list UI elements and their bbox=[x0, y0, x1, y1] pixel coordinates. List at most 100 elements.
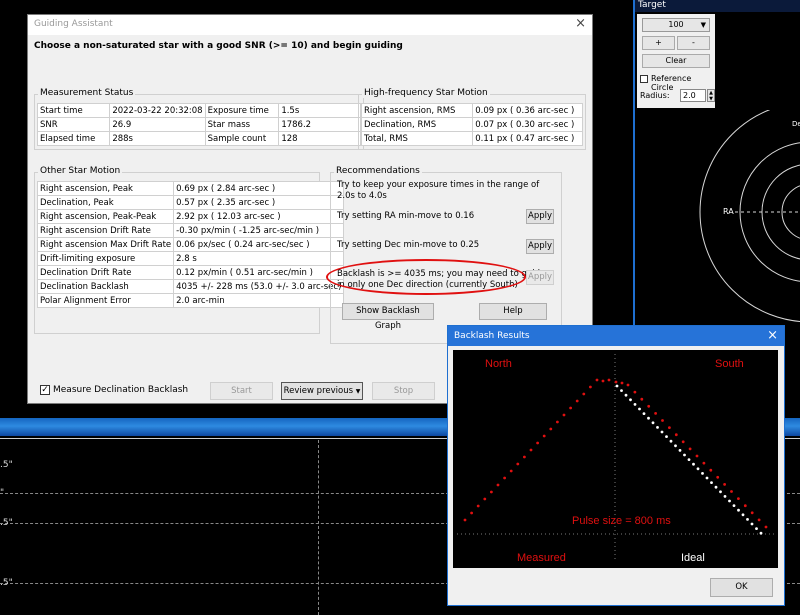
ideal-series bbox=[615, 384, 763, 535]
help-button[interactable]: Help bbox=[479, 303, 547, 320]
show-backlash-graph-button[interactable]: Show Backlash Graph bbox=[342, 303, 434, 331]
plot-point bbox=[556, 420, 559, 424]
table-row: Right ascension, Peak 0.69 px ( 2.84 arc-… bbox=[36, 181, 345, 196]
table-cell: 0.06 px/sec ( 0.24 arc-sec/sec ) bbox=[173, 237, 345, 252]
plot-point bbox=[626, 383, 630, 387]
apply-dec-button[interactable]: Apply bbox=[526, 239, 554, 254]
clear-button[interactable]: Clear bbox=[642, 54, 710, 68]
other-motion-table: Right ascension, Peak 0.69 px ( 2.84 arc-… bbox=[36, 181, 345, 308]
plot-point bbox=[595, 378, 599, 382]
plot-point bbox=[723, 495, 727, 498]
table-cell: 2.8 s bbox=[173, 251, 345, 266]
plot-point bbox=[640, 397, 644, 401]
backlash-title: Backlash Results bbox=[454, 331, 530, 341]
measure-backlash-label: Measure Declination Backlash bbox=[53, 385, 189, 395]
table-cell: 2.0 arc-min bbox=[173, 293, 345, 308]
table-row: Polar Alignment Error 2.0 arc-min bbox=[36, 293, 345, 308]
plot-point bbox=[668, 426, 671, 429]
table-cell: Right ascension, Peak-Peak bbox=[36, 209, 175, 224]
plot-point bbox=[688, 447, 692, 451]
table-cell: 2022-03-22 20:32:08 bbox=[109, 103, 206, 118]
target-controls: 100 ▼ + - Clear Reference Circle Radius:… bbox=[637, 14, 715, 108]
close-icon[interactable]: × bbox=[575, 16, 586, 31]
plot-point bbox=[705, 476, 709, 480]
table-cell: SNR bbox=[36, 117, 111, 132]
plot-point bbox=[719, 490, 722, 494]
plot-point bbox=[614, 380, 618, 384]
plot-point bbox=[620, 381, 624, 385]
plot-point bbox=[669, 439, 673, 443]
ideal-label: Ideal bbox=[681, 552, 705, 564]
plot-point bbox=[490, 490, 493, 494]
plot-point bbox=[523, 455, 526, 459]
graph-tick-label: .5" bbox=[0, 460, 13, 470]
table-row: SNR 26.9 Star mass 1786.2 bbox=[36, 117, 361, 132]
backlash-plot-svg: North South Pulse size = 800 ms Measured… bbox=[457, 354, 775, 564]
radius-spinner[interactable]: ▲ ▼ bbox=[707, 89, 715, 102]
table-cell: Declination, Peak bbox=[36, 195, 175, 210]
plot-point bbox=[728, 499, 731, 503]
highlight-oval bbox=[326, 259, 526, 295]
plot-point bbox=[665, 435, 668, 438]
table-cell: 128 bbox=[278, 131, 361, 146]
table-cell: 0.69 px ( 2.84 arc-sec ) bbox=[173, 181, 345, 196]
table-row: Start time 2022-03-22 20:32:08 Exposure … bbox=[36, 103, 361, 118]
other-motion-title: Other Star Motion bbox=[38, 166, 123, 176]
close-icon[interactable]: × bbox=[767, 328, 778, 343]
zoom-out-button[interactable]: - bbox=[677, 36, 710, 50]
target-bullseye: RA Dec bbox=[699, 110, 800, 323]
table-cell: 2.92 px ( 12.03 arc-sec ) bbox=[173, 209, 345, 224]
plot-point bbox=[542, 434, 546, 438]
dec-minmove-recommendation: Try setting Dec min-move to 0.25 bbox=[337, 240, 480, 250]
plot-point bbox=[470, 511, 473, 515]
table-cell: Polar Alignment Error bbox=[36, 293, 175, 308]
ok-button[interactable]: OK bbox=[710, 578, 773, 597]
plot-point bbox=[692, 462, 695, 466]
table-cell: -0.30 px/min ( -1.25 arc-sec/min ) bbox=[173, 223, 345, 238]
plot-point bbox=[709, 468, 713, 472]
table-row: Right ascension Drift Rate -0.30 px/min (… bbox=[36, 223, 345, 238]
plot-point bbox=[569, 406, 572, 410]
pulse-size-label: Pulse size = 800 ms bbox=[572, 515, 671, 527]
table-row: Right ascension, Peak-Peak 2.92 px ( 12.0… bbox=[36, 209, 345, 224]
south-label: South bbox=[715, 358, 744, 370]
plot-point bbox=[701, 472, 704, 475]
high-frequency-title: High-frequency Star Motion bbox=[362, 88, 490, 98]
stop-button[interactable]: Stop bbox=[372, 382, 435, 400]
table-cell: Right ascension Drift Rate bbox=[36, 223, 175, 238]
plot-point bbox=[647, 416, 650, 420]
table-cell: Elapsed time bbox=[36, 131, 111, 146]
plot-point bbox=[615, 384, 619, 388]
backlash-titlebar: Backlash Results × bbox=[448, 326, 784, 346]
plot-point bbox=[730, 490, 733, 493]
reference-circle-checkbox[interactable] bbox=[640, 75, 648, 83]
backlash-plot: North South Pulse size = 800 ms Measured… bbox=[453, 350, 778, 568]
review-previous-button[interactable]: Review previous ▼ bbox=[281, 382, 363, 400]
table-cell: 1786.2 bbox=[278, 117, 361, 132]
zoom-in-button[interactable]: + bbox=[642, 36, 675, 50]
plot-point bbox=[750, 511, 754, 515]
table-cell: Right ascension, RMS bbox=[360, 103, 474, 118]
plot-point bbox=[536, 441, 539, 445]
radius-input[interactable]: 2.0 bbox=[680, 89, 706, 102]
zoom-select[interactable]: 100 ▼ bbox=[642, 18, 710, 32]
chevron-down-icon: ▼ bbox=[355, 388, 361, 395]
plot-point bbox=[716, 475, 720, 479]
table-cell: Drift-limiting exposure bbox=[36, 251, 175, 266]
start-button[interactable]: Start bbox=[210, 382, 273, 400]
north-label: North bbox=[485, 358, 512, 370]
measure-backlash-checkbox[interactable]: ✓ bbox=[40, 385, 50, 395]
review-previous-label: Review previous bbox=[283, 386, 354, 396]
plot-point bbox=[620, 389, 623, 392]
graph-tick-label: " bbox=[0, 488, 5, 498]
plot-point bbox=[503, 476, 506, 480]
table-cell: 26.9 bbox=[109, 117, 206, 132]
apply-ra-button[interactable]: Apply bbox=[526, 209, 554, 224]
table-row: Declination, Peak 0.57 px ( 2.35 arc-sec … bbox=[36, 195, 345, 210]
exposure-recommendation: Try to keep your exposure times in the r… bbox=[337, 180, 539, 202]
plot-point bbox=[647, 404, 651, 408]
apply-backlash-button[interactable]: Apply bbox=[526, 270, 554, 285]
plot-point bbox=[562, 413, 566, 417]
check-icon: ✓ bbox=[41, 385, 49, 395]
table-cell: 0.07 px ( 0.30 arc-sec ) bbox=[472, 117, 583, 132]
